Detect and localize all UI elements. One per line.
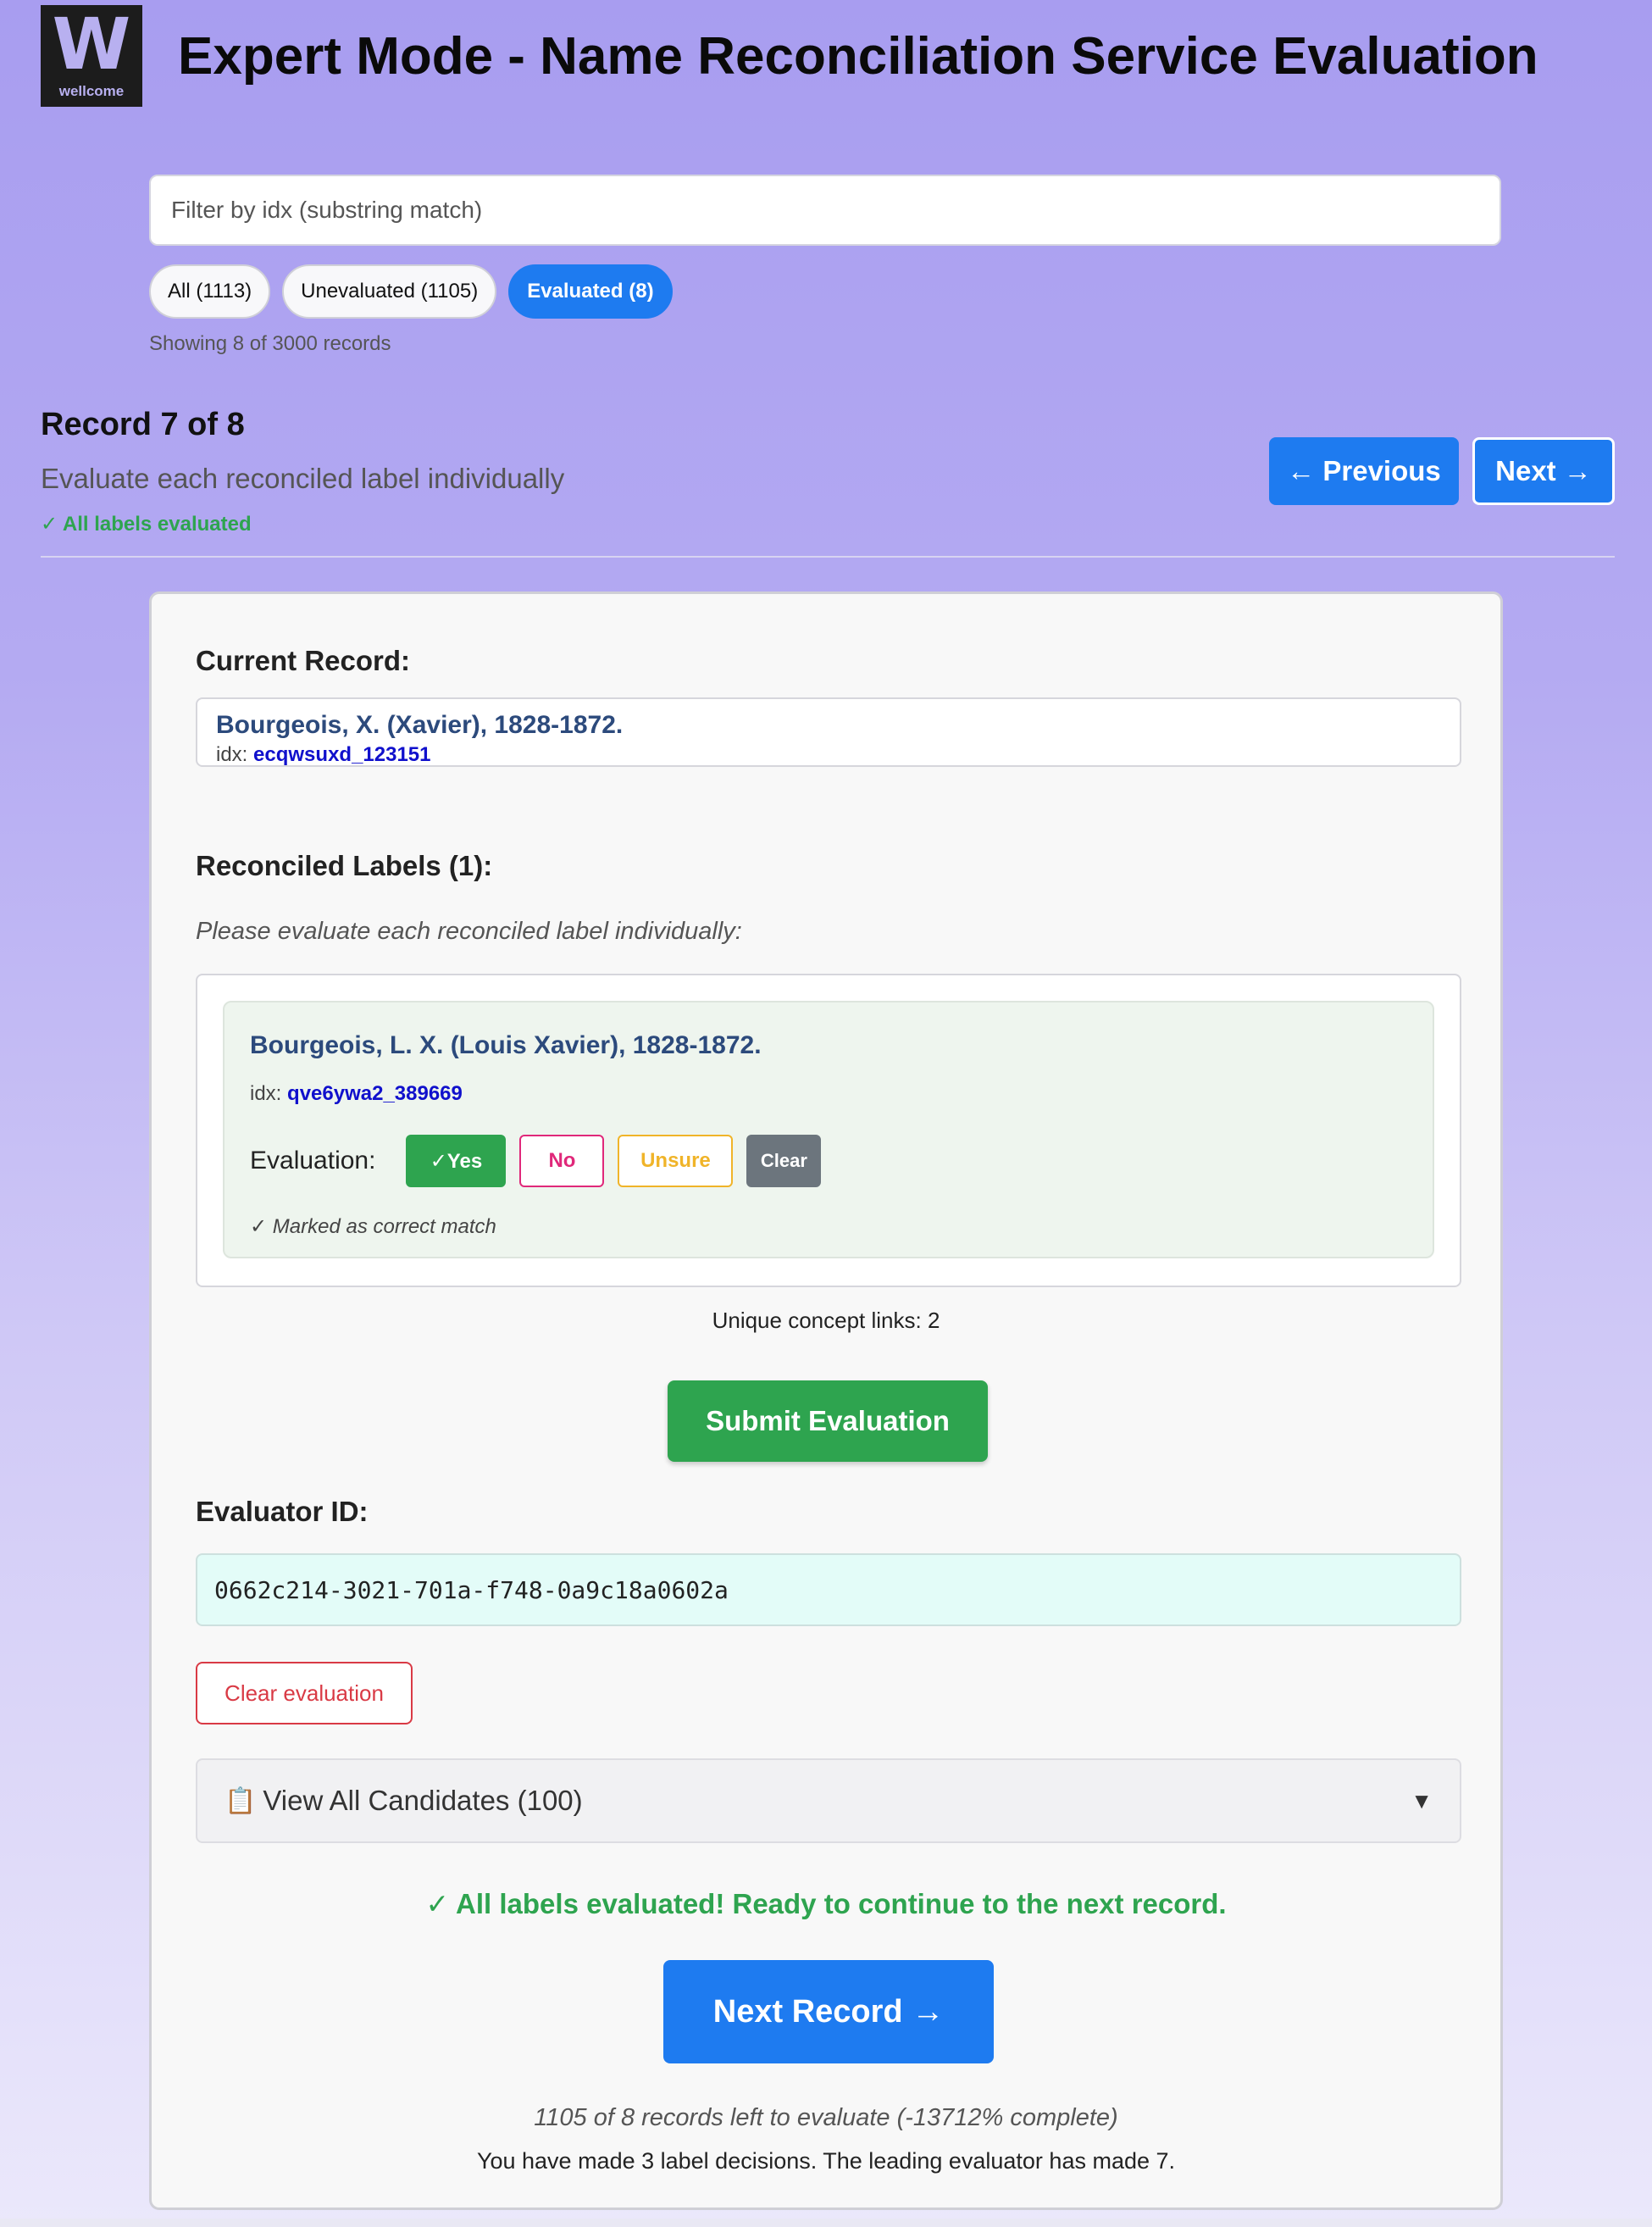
clipboard-icon: 📋 xyxy=(225,1786,257,1815)
idx-filter-input[interactable] xyxy=(149,175,1501,246)
all-labels-evaluated-message: ✓ All labels evaluated! Ready to continu… xyxy=(425,1888,1227,1919)
wellcome-logo: W wellcome xyxy=(41,5,142,107)
evaluation-label: Evaluation: xyxy=(250,1147,376,1175)
current-record-name: Bourgeois, X. (Xavier), 1828-1872. xyxy=(216,711,624,739)
current-record-idx: idx: ecqwsuxd_123151 xyxy=(216,743,431,767)
candidates-label: View All Candidates (100) xyxy=(263,1785,583,1816)
reconciled-note: Please evaluate each reconciled label in… xyxy=(196,918,742,945)
reconciled-label-idx: idx: qve6ywa2_389669 xyxy=(250,1082,463,1106)
reconciled-label-name: Bourgeois, L. X. (Louis Xavier), 1828-18… xyxy=(250,1031,762,1059)
tab-evaluated[interactable]: Evaluated (8) xyxy=(508,264,673,319)
records-left-text: 1105 of 8 records left to evaluate (-137… xyxy=(534,2104,1118,2131)
no-button[interactable]: No xyxy=(519,1135,605,1187)
current-record-box: Bourgeois, X. (Xavier), 1828-1872. idx: … xyxy=(196,697,1461,767)
record-status: ✓ All labels evaluated xyxy=(41,513,252,536)
unsure-button[interactable]: Unsure xyxy=(618,1135,734,1187)
idx-label: idx: xyxy=(216,743,248,766)
view-all-candidates-toggle[interactable]: 📋 View All Candidates (100) ▼ xyxy=(196,1758,1461,1843)
next-button[interactable]: Next → xyxy=(1472,437,1615,505)
label-decisions-text: You have made 3 label decisions. The lea… xyxy=(476,2148,1176,2174)
filter-tabs: All (1113) Unevaluated (1105) Evaluated … xyxy=(149,264,673,319)
record-subtitle: Evaluate each reconciled label individua… xyxy=(41,463,565,494)
app-header: W wellcome Expert Mode - Name Reconcilia… xyxy=(41,5,1616,107)
page-bottom-strip xyxy=(0,2219,1652,2227)
page-title: Expert Mode - Name Reconciliation Servic… xyxy=(178,26,1538,86)
logo-letter: W xyxy=(52,3,131,86)
tab-all[interactable]: All (1113) xyxy=(149,264,271,319)
clear-evaluation-button[interactable]: Clear evaluation xyxy=(196,1662,413,1724)
marked-status: ✓ Marked as correct match xyxy=(250,1215,496,1238)
next-record-button[interactable]: Next Record → xyxy=(663,1960,994,2063)
evaluation-row: Evaluation: ✓Yes No Unsure Clear xyxy=(250,1135,834,1187)
clear-button[interactable]: Clear xyxy=(746,1135,822,1187)
previous-button[interactable]: ← Previous xyxy=(1269,437,1459,505)
reconciled-labels-box: Bourgeois, L. X. (Louis Xavier), 1828-18… xyxy=(196,974,1461,1287)
submit-evaluation-button[interactable]: Submit Evaluation xyxy=(668,1380,988,1462)
showing-count: Showing 8 of 3000 records xyxy=(149,332,391,355)
unique-concept-links: Unique concept links: 2 xyxy=(712,1308,940,1333)
current-record-heading: Current Record: xyxy=(196,645,411,676)
yes-button[interactable]: ✓Yes xyxy=(406,1135,507,1187)
tab-unevaluated[interactable]: Unevaluated (1105) xyxy=(282,264,497,319)
divider xyxy=(41,556,1615,558)
evaluation-card: Current Record: Bourgeois, X. (Xavier), … xyxy=(149,591,1503,2210)
logo-text: wellcome xyxy=(58,83,125,99)
record-title: Record 7 of 8 xyxy=(41,407,245,442)
idx-value: qve6ywa2_389669 xyxy=(287,1082,463,1105)
chevron-down-icon: ▼ xyxy=(1411,1787,1433,1813)
evaluator-id-field[interactable] xyxy=(196,1553,1461,1626)
evaluator-id-heading: Evaluator ID: xyxy=(196,1496,369,1527)
idx-value: ecqwsuxd_123151 xyxy=(253,743,431,766)
reconciled-label-item: Bourgeois, L. X. (Louis Xavier), 1828-18… xyxy=(223,1001,1434,1258)
reconciled-labels-heading: Reconciled Labels (1): xyxy=(196,850,493,881)
idx-label: idx: xyxy=(250,1082,282,1105)
